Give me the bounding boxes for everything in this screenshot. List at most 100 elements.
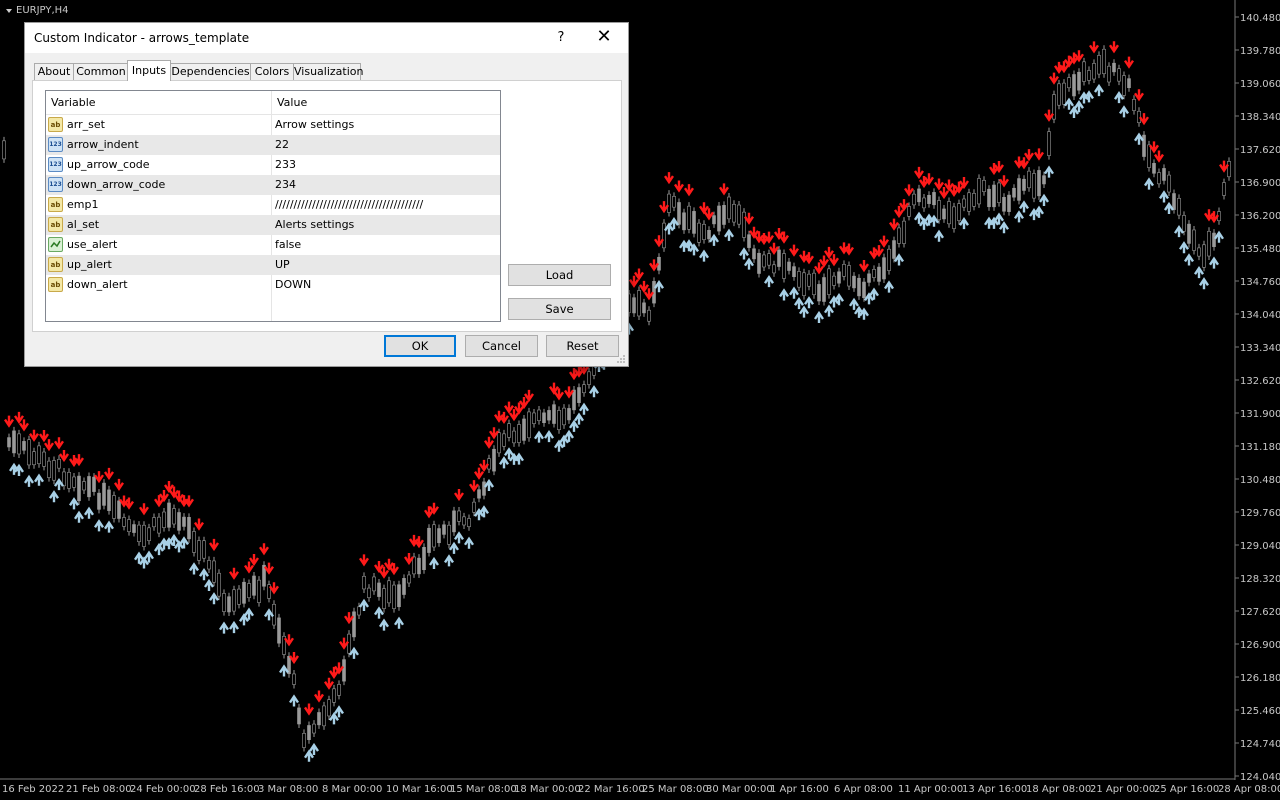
down-arrow-icon [4, 415, 14, 428]
variable-value[interactable]: UP [275, 255, 290, 275]
time-tick-label: 1 Apr 16:00 [770, 784, 829, 795]
price-tick-label: 127.620 [1240, 607, 1280, 618]
candle-body [1182, 215, 1186, 232]
candle-body [317, 712, 321, 726]
candle-body [802, 272, 806, 296]
candle-body [827, 268, 831, 295]
up-arrow-icon [779, 288, 789, 301]
custom-indicator-dialog: Custom Indicator - arrows_template ? ✕ A… [24, 22, 629, 367]
variable-value[interactable]: 233 [275, 155, 296, 175]
tab-dependencies[interactable]: Dependencies [170, 63, 251, 80]
reset-button[interactable]: Reset [546, 335, 619, 357]
time-tick-label: 25 Apr 16:00 [1154, 784, 1219, 795]
candle-body [687, 205, 691, 230]
down-arrow-icon [944, 179, 954, 192]
up-arrow-icon [1159, 190, 1169, 203]
tab-common[interactable]: Common [73, 63, 129, 80]
candle-body [792, 266, 796, 278]
price-tick-label: 124.040 [1240, 772, 1280, 783]
up-arrow-icon [74, 510, 84, 523]
candle-body [807, 273, 811, 287]
save-button[interactable]: Save [508, 298, 611, 320]
inputs-grid[interactable]: Variable Value ab arr_set Arrow settings… [45, 90, 501, 322]
dialog-titlebar[interactable]: Custom Indicator - arrows_template ? ✕ [25, 23, 628, 53]
candle-body [1047, 131, 1051, 156]
candle-body [222, 593, 226, 612]
candle-body [7, 437, 11, 448]
variable-value[interactable]: 22 [275, 135, 289, 155]
down-arrow-icon [339, 637, 349, 650]
input-row-down-arrow-code[interactable]: 123 down_arrow_code 234 [46, 175, 500, 195]
up-arrow-icon [69, 497, 79, 510]
input-row-use-alert[interactable]: use_alert false [46, 235, 500, 255]
up-arrow-icon [454, 531, 464, 544]
down-arrow-icon [489, 427, 499, 440]
ok-button[interactable]: OK [384, 335, 456, 357]
candle-body [1177, 198, 1181, 216]
tab-about[interactable]: About [34, 63, 74, 80]
input-row-arrow-indent[interactable]: 123 arrow_indent 22 [46, 135, 500, 155]
candle-body [762, 254, 766, 268]
price-tick-label: 131.900 [1240, 409, 1280, 420]
candle-body [562, 407, 566, 426]
input-row-emp1[interactable]: ab emp1 ////////////////////////////////… [46, 195, 500, 215]
tab-inputs[interactable]: Inputs [127, 60, 171, 81]
price-tick-label: 125.460 [1240, 706, 1280, 717]
tab-visualization[interactable]: Visualization [293, 63, 363, 80]
variable-value[interactable]: 234 [275, 175, 296, 195]
candle-body [1042, 175, 1046, 185]
variable-name: down_alert [67, 278, 128, 291]
variable-value[interactable]: Alerts settings [275, 215, 354, 235]
time-tick-label: 25 Mar 08:00 [642, 784, 709, 795]
up-arrow-icon [789, 286, 799, 299]
candle-body [137, 524, 141, 543]
candle-body [1077, 71, 1081, 91]
down-arrow-icon [934, 178, 944, 191]
variable-value[interactable]: DOWN [275, 275, 311, 295]
input-row-al-set[interactable]: ab al_set Alerts settings [46, 215, 500, 235]
price-tick-label: 138.340 [1240, 112, 1280, 123]
candle-body [372, 576, 376, 592]
candle-body [752, 248, 756, 260]
down-arrow-icon [359, 554, 369, 567]
variable-value[interactable]: //////////////////////////////////////// [275, 195, 423, 215]
close-button[interactable]: ✕ [589, 23, 619, 53]
candle-body [937, 200, 941, 221]
column-header-value[interactable]: Value [272, 91, 307, 114]
variable-value[interactable]: false [275, 235, 301, 255]
tab-colors[interactable]: Colors [250, 63, 294, 80]
candle-body [212, 560, 216, 583]
cancel-button[interactable]: Cancel [465, 335, 538, 357]
up-arrow-icon [449, 541, 459, 554]
up-arrow-icon [444, 554, 454, 567]
candle-body [897, 227, 901, 244]
input-row-down-alert[interactable]: ab down_alert DOWN [46, 275, 500, 295]
candle-body [337, 684, 341, 696]
candle-body [172, 508, 176, 525]
candle-body [497, 432, 501, 454]
candle-body [1037, 170, 1041, 197]
candle-body [922, 197, 926, 209]
down-arrow-icon [789, 244, 799, 257]
price-tick-label: 135.480 [1240, 244, 1280, 255]
candle-body [782, 253, 786, 279]
load-button[interactable]: Load [508, 264, 611, 286]
resize-grip-icon[interactable] [616, 354, 626, 364]
integer-type-icon: 123 [48, 157, 63, 172]
column-header-variable[interactable]: Variable [46, 91, 272, 114]
candle-body [542, 412, 546, 424]
input-row-up-arrow-code[interactable]: 123 up_arrow_code 233 [46, 155, 500, 175]
variable-value[interactable]: Arrow settings [275, 115, 354, 135]
up-arrow-icon [764, 275, 774, 288]
up-arrow-icon [1179, 241, 1189, 254]
input-row-up-alert[interactable]: ab up_alert UP [46, 255, 500, 275]
input-row-arr-set[interactable]: ab arr_set Arrow settings [46, 115, 500, 135]
up-arrow-icon [349, 646, 359, 659]
chart-menu-triangle-icon[interactable] [6, 9, 12, 13]
down-arrow-icon [889, 218, 899, 231]
up-arrow-icon [304, 749, 314, 762]
candle-body [472, 501, 476, 513]
help-button[interactable]: ? [546, 23, 576, 53]
candle-body [982, 179, 986, 193]
candle-body [852, 275, 856, 289]
